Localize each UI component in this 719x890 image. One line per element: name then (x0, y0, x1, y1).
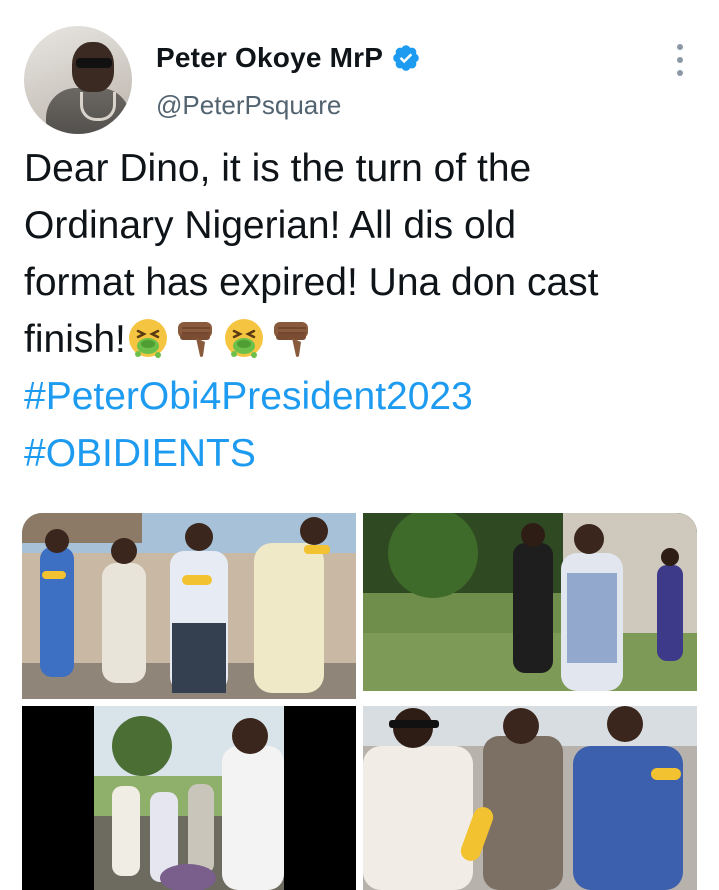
avatar-chain-shape (80, 92, 116, 121)
media-photo-3[interactable] (22, 706, 356, 890)
tweet-text: Dear Dino, it is the turn of the Ordinar… (24, 140, 704, 482)
hashtag-link[interactable]: #PeterObi4President2023 (24, 368, 704, 425)
face-vomiting-icon (128, 319, 167, 358)
author-display-name[interactable]: Peter Okoye MrP (156, 42, 383, 74)
media-grid (22, 513, 697, 890)
avatar-sunglasses-shape (76, 58, 112, 68)
media-photo-4[interactable] (363, 706, 697, 890)
more-options-icon[interactable] (670, 44, 690, 76)
more-dot (677, 70, 683, 76)
thumbs-down-icon (273, 322, 308, 357)
media-photo-2[interactable] (363, 513, 697, 691)
more-dot (677, 44, 683, 50)
verified-badge-icon (393, 45, 419, 71)
tweet-text-finish: finish! (24, 318, 126, 361)
hashtag-link[interactable]: #OBIDIENTS (24, 425, 704, 482)
author-handle[interactable]: @PeterPsquare (156, 90, 341, 121)
tweet-text-line-last: finish! (24, 311, 704, 368)
thumbs-down-icon (177, 322, 212, 357)
tweet-text-line: Dear Dino, it is the turn of the (24, 147, 532, 190)
tweet-text-line: format has expired! Una don cast (24, 261, 599, 304)
more-dot (677, 57, 683, 63)
tweet-text-line: Ordinary Nigerian! All dis old (24, 204, 517, 247)
tweet-card[interactable]: Peter Okoye MrP @PeterPsquare Dear Dino,… (0, 0, 719, 890)
face-vomiting-icon (224, 319, 263, 358)
media-photo-1[interactable] (22, 513, 356, 699)
author-avatar[interactable] (24, 26, 132, 134)
author-name-row[interactable]: Peter Okoye MrP (156, 42, 421, 74)
